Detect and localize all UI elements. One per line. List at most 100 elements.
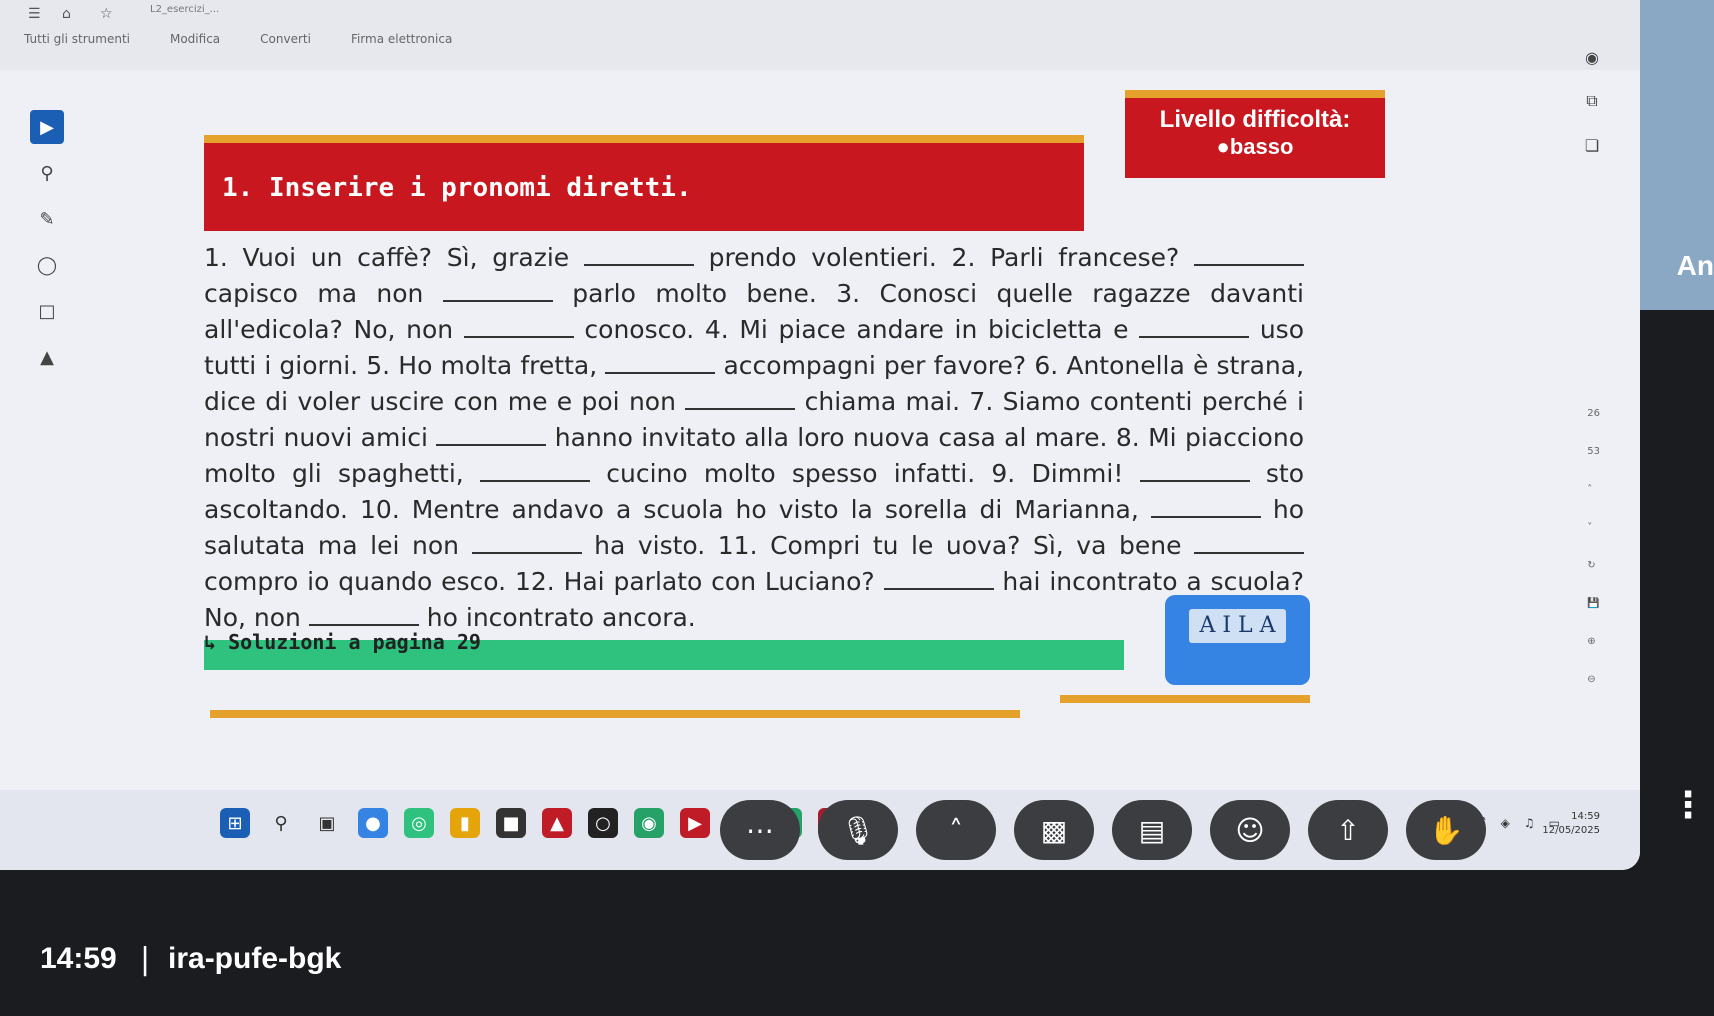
sentence-12a: 12. Hai parlato con Luciano? — [514, 567, 875, 596]
exercise-title: 1. Inserire i pronomi diretti. — [222, 173, 692, 203]
sentence-11b: compro io quando esco. — [204, 567, 507, 596]
answer-blank-11[interactable] — [1150, 494, 1261, 518]
page-number-current: 26 — [1587, 408, 1600, 419]
meeting-code: ira-pufe-bgk — [168, 942, 342, 975]
taskbar-date: 12/05/2025 — [1542, 825, 1600, 836]
answer-blank-8[interactable] — [436, 422, 547, 446]
sentence-2a: 2. Parli francese? — [951, 243, 1180, 272]
star-icon[interactable]: ☆ — [100, 6, 113, 22]
meeting-controls-bar: 14:59 | ira-pufe-bgk ⋯ 🎙 ˄ ▩ ▤ ☺ ⇧ ✋ ⋮ — [0, 785, 1714, 1016]
camera-icon[interactable]: ▩ — [1014, 800, 1094, 860]
zoom-in-icon[interactable]: ⊕ — [1587, 623, 1600, 661]
answer-blank-15[interactable] — [308, 602, 419, 626]
present-screen-icon[interactable]: ⇧ — [1308, 800, 1388, 860]
explorer-icon[interactable]: ▮ — [450, 808, 480, 838]
answer-blank-10[interactable] — [1139, 458, 1250, 482]
captions-icon[interactable]: ▤ — [1112, 800, 1192, 860]
acrobat-icon[interactable]: ▲ — [542, 808, 572, 838]
sentence-6b: chiama mai. — [804, 387, 961, 416]
select-tool-icon[interactable]: ▶ — [30, 110, 64, 144]
sentence-2b: capisco ma non — [204, 279, 424, 308]
taskbar-time: 14:59 — [1571, 811, 1600, 822]
page-number-indicator: 26 53 ˄ ˅ ↻ 💾 ⊕ ⊖ — [1587, 395, 1600, 699]
answer-blank-9[interactable] — [480, 458, 591, 482]
page-number-total: 53 — [1587, 446, 1600, 457]
zoom-tool-icon[interactable]: ⚲ — [30, 156, 64, 190]
exercise-title-bar: 1. Inserire i pronomi diretti. — [204, 135, 1084, 231]
solutions-link[interactable]: ↳ Soluzioni a pagina 29 — [204, 630, 481, 654]
answer-blank-6[interactable] — [605, 350, 716, 374]
zoom-out-icon[interactable]: ⊖ — [1587, 661, 1600, 699]
participant-tile[interactable]: An — [1640, 0, 1714, 310]
answer-blank-5[interactable] — [1139, 314, 1250, 338]
difficulty-value: basso — [1125, 134, 1385, 160]
sentence-7b: hanno invitato alla loro nuova casa al m… — [554, 423, 1108, 452]
chevron-up-icon[interactable]: ˄ — [916, 800, 996, 860]
refresh-icon[interactable]: ↻ — [1587, 547, 1600, 585]
answer-blank-2[interactable] — [1194, 242, 1304, 266]
store-icon[interactable]: ■ — [496, 808, 526, 838]
solutions-label: Soluzioni a pagina 29 — [228, 630, 481, 654]
search-icon[interactable]: ⚲ — [266, 808, 296, 838]
sentence-9a: 9. Dimmi! — [991, 459, 1124, 488]
export-icon[interactable]: ⧉ — [1572, 84, 1612, 118]
emoji-icon[interactable]: ☺ — [1210, 800, 1290, 860]
sentence-1a: 1. Vuoi un caffè? Sì, grazie — [204, 243, 570, 272]
menu-all-tools[interactable]: Tutti gli strumenti — [24, 32, 130, 46]
home-icon[interactable]: ⌂ — [62, 6, 71, 22]
chrome-icon[interactable]: ◉ — [634, 808, 664, 838]
sentence-4a: 4. Mi piace andare in bicicletta e — [704, 315, 1129, 344]
sentence-11a: 11. Compri tu le uova? Sì, va bene — [717, 531, 1182, 560]
publisher-logo-text: A I L A — [1189, 609, 1286, 643]
divider-line — [1060, 695, 1310, 703]
vertical-more-icon[interactable]: ⋮ — [1670, 785, 1706, 826]
raise-hand-icon[interactable]: ✋ — [1406, 800, 1486, 860]
more-options-icon[interactable]: ⋯ — [720, 800, 800, 860]
answer-blank-13[interactable] — [1194, 530, 1305, 554]
menu-icon[interactable]: ☰ — [28, 6, 41, 22]
answer-blank-12[interactable] — [471, 530, 582, 554]
answer-blank-14[interactable] — [883, 566, 994, 590]
teams-icon[interactable]: ● — [358, 808, 388, 838]
monitor-screen: ☰ ⌂ ☆ L2_esercizi_... Tutti gli strument… — [0, 0, 1640, 870]
sentence-8b: cucino molto spesso infatti. — [606, 459, 976, 488]
difficulty-box: Livello difficoltà: basso — [1125, 90, 1385, 178]
media-icon[interactable]: ▶ — [680, 808, 710, 838]
edge-icon[interactable]: ◎ — [404, 808, 434, 838]
meeting-time: 14:59 — [40, 942, 117, 975]
call-controls: ⋯ 🎙 ˄ ▩ ▤ ☺ ⇧ ✋ — [720, 800, 1486, 860]
sentence-10c: ha visto. — [594, 531, 706, 560]
answer-blank-4[interactable] — [463, 314, 574, 338]
sentence-12c: ho incontrato ancora. — [426, 603, 696, 632]
start-icon[interactable]: ⊞ — [220, 808, 250, 838]
sentence-5a: 5. Ho molta fretta, — [366, 351, 598, 380]
stamp-tool-icon[interactable]: ▲ — [30, 340, 64, 374]
sentence-2c: parlo molto bene. — [572, 279, 817, 308]
chevron-down-icon[interactable]: ˅ — [1587, 509, 1600, 547]
document-tab-title[interactable]: L2_esercizi_... — [150, 4, 219, 15]
chevron-up-icon[interactable]: ˄ — [1587, 471, 1600, 509]
taskbar-clock[interactable]: 14:59 12/05/2025 — [1542, 810, 1600, 838]
microphone-icon[interactable]: 🎙 — [818, 800, 898, 860]
lasso-tool-icon[interactable]: ◯ — [30, 248, 64, 282]
answer-blank-1[interactable] — [583, 242, 694, 266]
volume-icon[interactable]: ♫ — [1524, 816, 1535, 830]
save-icon[interactable]: 💾 — [1587, 585, 1600, 623]
sentence-3b: conosco. — [584, 315, 695, 344]
pen-tool-icon[interactable]: ✎ — [30, 202, 64, 236]
task-view-icon[interactable]: ▣ — [312, 808, 342, 838]
comment-icon[interactable]: ◉ — [1572, 40, 1612, 74]
left-tool-rail: ▶ ⚲ ✎ ◯ □ ▲ — [30, 110, 70, 386]
answer-blank-7[interactable] — [685, 386, 796, 410]
copy-icon[interactable]: ❏ — [1572, 128, 1612, 162]
difficulty-label: Livello difficoltà: — [1159, 106, 1351, 133]
text-tool-icon[interactable]: □ — [30, 294, 64, 328]
circle-app-icon[interactable]: ○ — [588, 808, 618, 838]
sentence-1b: prendo volentieri. — [708, 243, 937, 272]
participant-name: An — [1676, 250, 1714, 281]
publisher-logo: A I L A — [1165, 595, 1310, 685]
answer-blank-3[interactable] — [442, 278, 553, 302]
meeting-separator: | — [140, 942, 151, 977]
divider-line — [210, 710, 1020, 718]
wifi-icon[interactable]: ◈ — [1501, 816, 1510, 830]
